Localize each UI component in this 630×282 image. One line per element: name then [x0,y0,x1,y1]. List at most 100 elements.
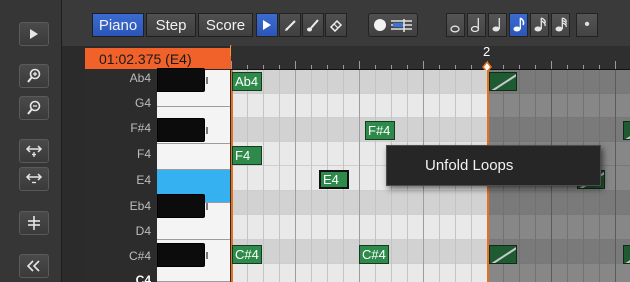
timeline-ruler[interactable] [231,46,630,70]
quarter-note-button[interactable] [488,13,507,37]
grid-line [263,70,264,282]
tab-score[interactable]: Score [198,13,253,37]
record-quantize-group[interactable] [368,13,418,37]
thirtysecond-note-button[interactable] [551,13,570,37]
zoom-out-button[interactable] [19,96,49,120]
whole-note-button[interactable] [446,13,465,37]
thirtysecond-note-icon [555,17,567,32]
ruler-tick [615,61,616,69]
whole-note-icon [449,25,460,33]
editor-toolbar: Piano Step Score • [62,0,630,46]
play-icon [30,29,38,39]
quarter-note-icon [492,18,500,32]
eighth-note-icon [513,17,524,32]
ruler-tick [583,65,584,69]
sixteenth-note-icon [534,17,546,32]
ruler-tick [551,61,552,69]
left-toolbar [0,0,62,282]
note-name-label: C#4 [128,249,151,263]
note-name-label: G4 [134,96,151,110]
eraser-tool-button[interactable] [325,13,347,37]
bar-number: 2 [483,44,491,59]
loop-ghost-note [623,121,630,140]
midi-note[interactable]: Ab4 [232,72,262,91]
grid-line [311,70,312,282]
ruler-tick [535,65,536,69]
time-display[interactable]: 01:02.375 (E4) [85,48,231,69]
piano-key-black[interactable] [157,243,208,267]
eighth-note-button[interactable] [509,13,528,37]
ruler-tick [327,65,328,69]
half-note-button[interactable] [467,13,486,37]
ruler-tick [503,65,504,69]
ruler-tick [519,65,520,69]
note-name-label: Ab4 [129,71,151,85]
select-tool-button[interactable] [256,13,278,37]
expand-horizontal-icon [25,145,43,157]
expand-horizontal-button[interactable] [19,139,49,163]
ruler-tick [455,65,456,69]
piano-key-black[interactable] [157,68,208,92]
ruler-tick [439,65,440,69]
shrink-horizontal-icon [25,173,43,184]
context-menu: Unfold Loops [386,145,601,186]
ruler-tick [407,65,408,69]
ruler-tick [279,65,280,69]
ruler-tick [471,65,472,69]
zoom-in-button[interactable] [19,64,49,88]
ruler-tick [295,61,296,69]
play-button[interactable] [19,22,49,46]
eraser-icon [329,19,343,32]
half-note-icon [470,18,479,33]
zoom-in-icon [27,68,41,83]
ruler-tick [567,65,568,69]
collapse-left-icon [27,260,40,272]
midi-note[interactable]: F#4 [365,121,395,140]
ruler-tick [343,65,344,69]
midi-note[interactable]: C#4 [359,245,389,264]
zoom-out-icon [27,100,41,115]
loop-ghost-note [489,72,517,91]
ruler-tick [599,65,600,69]
quantize-grid-icon [391,19,412,32]
piano-keyboard[interactable] [157,68,230,282]
piano-key-white[interactable] [157,144,230,170]
brush-icon [307,19,319,32]
piano-key-black[interactable] [157,194,208,218]
note-name-column: Ab4 G4 F#4 F4 E4 Eb4 D4 C#4 C4 [85,70,157,282]
pencil-tool-button[interactable] [279,13,301,37]
tab-step[interactable]: Step [146,13,196,37]
ruler-tick [311,65,312,69]
note-name-label: E4 [136,173,151,187]
brush-tool-button[interactable] [302,13,324,37]
grid-line [295,70,296,282]
note-name-label: Eb4 [129,199,151,213]
ruler-tick [247,65,248,69]
loop-ghost-note [489,245,517,264]
menu-item-unfold-loops[interactable]: Unfold Loops [425,157,513,174]
ruler-tick [375,65,376,69]
note-name-label: C4 [135,273,151,282]
shrink-horizontal-button[interactable] [19,167,49,191]
note-name-label: F4 [136,147,151,161]
ruler-tick [263,65,264,69]
ruler-tick [423,61,424,69]
fit-button[interactable] [19,211,49,235]
midi-note[interactable]: F4 [232,146,262,165]
ruler-tick [359,61,360,69]
midi-note[interactable]: C#4 [232,245,262,264]
fit-icon [28,216,40,230]
tab-piano[interactable]: Piano [92,13,144,37]
record-dot-icon [374,19,386,31]
ruler-tick [231,61,232,69]
collapse-left-button[interactable] [19,254,49,278]
sixteenth-note-button[interactable] [530,13,549,37]
note-name-label: F#4 [130,121,151,135]
note-name-label: D4 [135,224,151,238]
dotted-note-button[interactable]: • [576,13,598,37]
piano-key-black[interactable] [157,118,208,142]
pencil-icon [285,20,296,31]
select-arrow-icon [263,20,271,30]
grid-line [279,70,280,282]
midi-note-selected[interactable]: E4 [319,170,349,189]
